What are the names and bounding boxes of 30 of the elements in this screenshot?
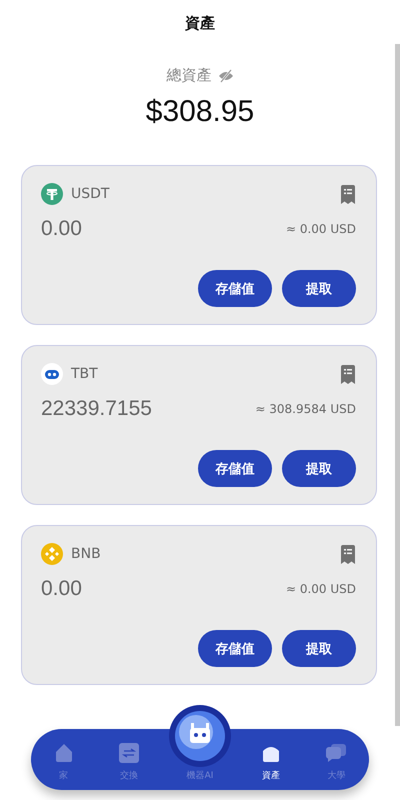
withdraw-button[interactable]: 提取 [282,450,356,487]
receipt-icon[interactable] [340,364,356,384]
usd-value: ≈ 0.00 USD [286,222,356,236]
scroll-bar[interactable] [395,44,400,726]
withdraw-button[interactable]: 提取 [282,270,356,307]
eye-off-icon[interactable] [218,68,234,82]
deposit-button[interactable]: 存儲值 [198,270,272,307]
coin-symbol: BNB [71,546,101,562]
coin-symbol: USDT [71,186,110,202]
coin-icon [41,543,63,565]
usd-value: ≈ 308.9584 USD [255,402,356,416]
robot-icon [41,363,63,385]
page-title: 資產 [184,13,216,34]
swap-icon [118,743,139,763]
home-icon [54,743,74,763]
coin-icon [41,183,63,205]
total-label: 總資產 [166,66,212,85]
coin-balance: 0.00 [41,217,82,241]
receipt-icon[interactable] [340,544,356,564]
deposit-button[interactable]: 存儲值 [198,630,272,667]
deposit-button[interactable]: 存儲值 [198,450,272,487]
withdraw-button[interactable]: 提取 [282,630,356,667]
coin-symbol: TBT [71,366,98,382]
coin-balance: 0.00 [41,577,82,601]
usd-value: ≈ 0.00 USD [286,582,356,596]
total-amount: $308.95 [144,95,256,129]
coin-balance: 22339.7155 [41,397,152,421]
chat-icon [326,743,346,763]
nav-tab[interactable]: 資產 [246,743,296,782]
receipt-icon[interactable] [340,184,356,204]
